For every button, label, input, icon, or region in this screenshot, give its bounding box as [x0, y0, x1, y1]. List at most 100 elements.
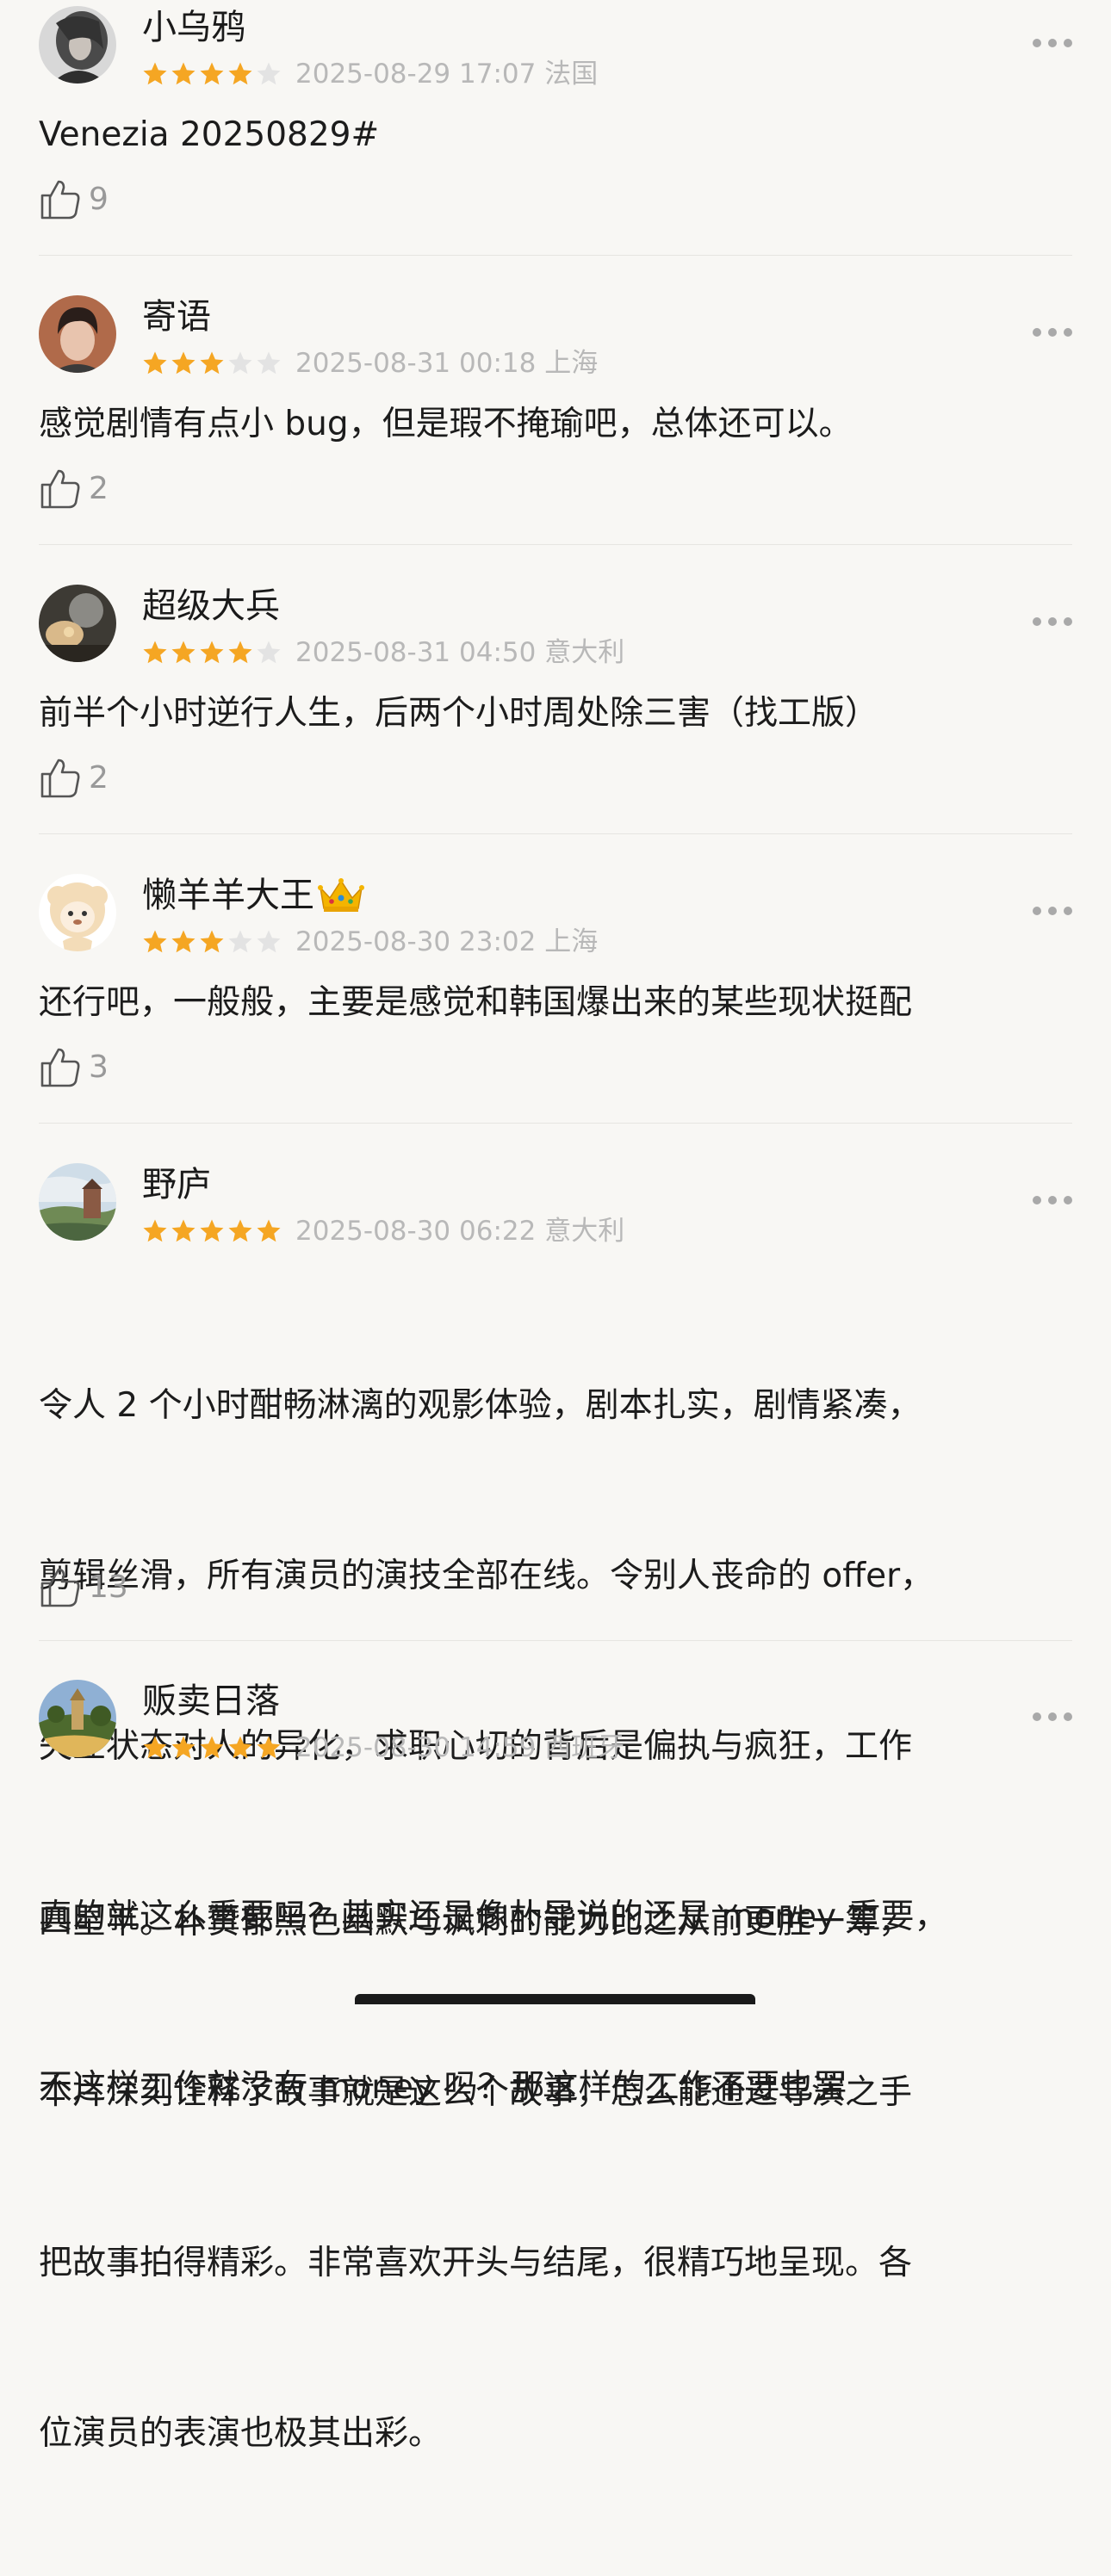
like-count: 13 [89, 1569, 128, 1605]
dot-icon [1064, 907, 1072, 915]
review-location: 上海 [544, 348, 599, 379]
avatar-image [39, 874, 116, 951]
review-timestamp: 2025-08-31 04:50 [295, 637, 537, 668]
divider [39, 1123, 1072, 1124]
dot-icon [1048, 39, 1057, 47]
dot-icon [1048, 617, 1057, 626]
star-filled-icon [143, 1219, 167, 1242]
username[interactable]: 超级大兵 [142, 585, 280, 627]
star-empty-icon [257, 351, 281, 375]
avatar-image [39, 1680, 116, 1757]
dot-icon [1033, 1712, 1041, 1721]
dot-icon [1033, 39, 1041, 47]
thumbs-up-icon [40, 469, 80, 509]
user-avatar[interactable] [39, 295, 116, 373]
review-meta: 2025-08-30 14:59 西班牙 [295, 1732, 624, 1763]
review-content-line: 位演员的表演也极其出彩。 [39, 2414, 443, 2453]
star-filled-icon [200, 351, 224, 375]
star-filled-icon [228, 1736, 252, 1759]
dot-icon [1064, 1196, 1072, 1204]
review-location: 法国 [544, 59, 599, 90]
more-options-button[interactable] [1033, 1710, 1072, 1724]
more-options-button[interactable] [1033, 325, 1072, 339]
review-meta: 2025-08-30 23:02 上海 [295, 926, 598, 957]
username[interactable]: 贩卖日落 [142, 1681, 280, 1722]
review-timestamp: 2025-08-30 14:59 [295, 1732, 537, 1763]
user-avatar[interactable] [39, 6, 116, 84]
divider [39, 1640, 1072, 1641]
review-content: Venezia 20250829# [39, 115, 380, 154]
star-rating [142, 1735, 282, 1762]
review-timestamp: 2025-08-29 17:07 [295, 59, 537, 90]
star-filled-icon [171, 1736, 196, 1759]
star-rating [142, 61, 282, 89]
like-button[interactable]: 2 [39, 753, 109, 802]
review-timestamp: 2025-08-30 23:02 [295, 926, 537, 957]
user-avatar[interactable] [39, 1680, 116, 1757]
review-content: 前半个小时逆行人生，后两个小时周处除三害（找工版） [39, 694, 879, 733]
like-count: 9 [89, 181, 109, 217]
review-meta: 2025-08-31 04:50 意大利 [295, 637, 624, 668]
review-timestamp: 2025-08-31 00:18 [295, 348, 537, 379]
dot-icon [1048, 1712, 1057, 1721]
review-content: 还行吧，一般般，主要是感觉和韩国爆出来的某些现状挺配 [39, 983, 913, 1022]
review-location: 上海 [544, 926, 599, 957]
star-filled-icon [143, 930, 167, 953]
dot-icon [1048, 1196, 1057, 1204]
review-meta: 2025-08-29 17:07 法国 [295, 59, 598, 90]
dot-icon [1033, 617, 1041, 626]
like-button[interactable]: 13 [39, 1563, 128, 1611]
user-avatar[interactable] [39, 585, 116, 662]
star-rating [142, 929, 282, 957]
user-avatar[interactable] [39, 1163, 116, 1241]
more-options-button[interactable] [1033, 36, 1072, 50]
thumbs-up-icon [40, 1568, 80, 1607]
star-filled-icon [200, 62, 224, 85]
username-text: 懒羊羊大王 [142, 876, 314, 915]
star-filled-icon [228, 1219, 252, 1242]
star-filled-icon [143, 351, 167, 375]
dot-icon [1064, 328, 1072, 337]
star-empty-icon [257, 62, 281, 85]
more-options-button[interactable] [1033, 615, 1072, 629]
thumbs-up-icon [40, 180, 80, 220]
divider [39, 255, 1072, 256]
dot-icon [1048, 907, 1057, 915]
user-avatar[interactable] [39, 874, 116, 951]
star-filled-icon [257, 1219, 281, 1242]
username[interactable]: 小乌鸦 [142, 7, 245, 48]
star-filled-icon [257, 1736, 281, 1759]
review-location: 意大利 [544, 637, 625, 668]
thumbs-up-icon [40, 1048, 80, 1087]
review-content-line: 剪辑丝滑，所有演员的演技全部在线。令别人丧命的 offer， [39, 1557, 934, 1595]
review-content-line: 四星半。朴赞郁黑色幽默与讽刺的能力比之从前更胜一筹， [39, 1903, 913, 1941]
username[interactable]: 野庐 [142, 1164, 211, 1205]
like-button[interactable]: 2 [39, 464, 109, 512]
more-options-button[interactable] [1033, 1193, 1072, 1207]
review-location: 意大利 [544, 1216, 625, 1247]
star-filled-icon [228, 62, 252, 85]
home-indicator[interactable] [355, 1994, 755, 2004]
like-button[interactable]: 9 [39, 175, 109, 223]
divider [39, 833, 1072, 834]
star-rating [142, 350, 282, 378]
like-button[interactable]: 3 [39, 1043, 109, 1091]
review-meta: 2025-08-31 00:18 上海 [295, 348, 598, 379]
star-empty-icon [228, 930, 252, 953]
star-filled-icon [143, 62, 167, 85]
review-content-line: 本片深刻诠释了故事就是这么个故事，怎么能通过导演之手 [39, 2073, 913, 2112]
star-rating [142, 640, 282, 667]
more-options-button[interactable] [1033, 904, 1072, 918]
username[interactable]: 寄语 [142, 296, 211, 337]
star-filled-icon [171, 62, 196, 85]
review-content-line: 令人 2 个小时酣畅淋漓的观影体验，剧本扎实，剧情紧凑， [39, 1386, 922, 1425]
star-filled-icon [171, 641, 196, 664]
username[interactable]: 懒羊羊大王 [142, 875, 366, 916]
dot-icon [1033, 907, 1041, 915]
star-empty-icon [228, 351, 252, 375]
dot-icon [1064, 617, 1072, 626]
dot-icon [1033, 1196, 1041, 1204]
review-meta: 2025-08-30 06:22 意大利 [295, 1216, 624, 1247]
divider [39, 544, 1072, 545]
star-filled-icon [200, 930, 224, 953]
